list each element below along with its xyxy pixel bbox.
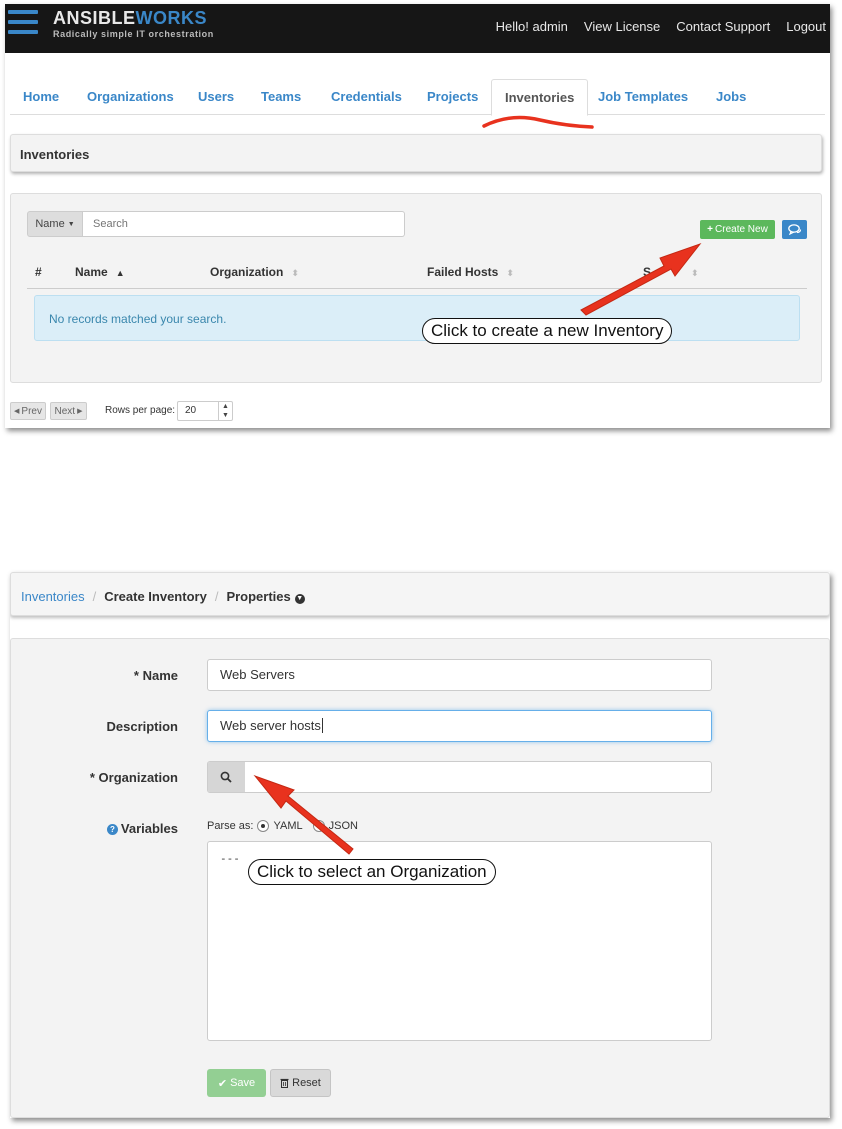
breadcrumb-separator: / <box>92 589 97 604</box>
rows-per-page-label: Rows per page: <box>105 405 176 416</box>
inventories-panel-header: Inventories <box>10 134 822 172</box>
tab-jobs[interactable]: Jobs <box>716 89 746 104</box>
sort-asc-icon: ▲ <box>115 268 125 278</box>
tab-home[interactable]: Home <box>23 89 59 104</box>
json-radio[interactable] <box>312 820 325 832</box>
next-page-label: Next <box>54 405 76 417</box>
empty-state-alert: No records matched your search. <box>34 295 800 341</box>
search-group: Name ▼ <box>27 211 405 237</box>
parse-as-group: Parse as: YAML JSON <box>207 820 358 832</box>
search-input[interactable] <box>83 211 405 237</box>
tab-organizations[interactable]: Organizations <box>87 89 174 104</box>
search-field-label: Name <box>35 218 65 230</box>
json-radio-label: JSON <box>328 820 358 832</box>
trash-icon <box>280 1078 289 1088</box>
name-label: * Name <box>133 668 178 683</box>
column-header-organization-label: Organization <box>210 265 284 279</box>
sort-icon: ⬍ <box>291 268 299 278</box>
rows-per-page-value: 20 <box>185 405 197 416</box>
description-field[interactable]: Web server hosts <box>207 710 712 742</box>
chevron-right-icon: ▶ <box>77 408 83 415</box>
brand-name-part2: WORKS <box>135 8 208 28</box>
callout-create-inventory: Click to create a new Inventory <box>422 318 673 344</box>
create-inventory-screenshot: Inventories / Create Inventory / Propert… <box>10 572 830 1118</box>
brand-name-part1: ANSIBLE <box>53 8 136 28</box>
yaml-radio[interactable] <box>257 820 270 832</box>
column-header-failed-hosts[interactable]: Failed Hosts ⬍ <box>427 265 514 279</box>
menu-icon[interactable] <box>8 10 38 38</box>
greeting-link[interactable]: Hello! admin <box>496 19 568 34</box>
breadcrumb-separator: / <box>214 589 219 604</box>
callout-select-organization: Click to select an Organization <box>248 859 496 885</box>
yaml-radio-label: YAML <box>273 820 303 832</box>
brand-logo[interactable]: ANSIBLEWORKS Radically simple IT orchest… <box>53 8 214 39</box>
save-label: Save <box>230 1077 256 1089</box>
description-value: Web server hosts <box>220 718 321 733</box>
organization-label: * Organization <box>89 770 178 785</box>
text-cursor <box>321 718 323 733</box>
chevron-down-icon: ▼ <box>294 594 305 604</box>
page-title: Inventories <box>20 147 90 162</box>
logout-link[interactable]: Logout <box>786 19 826 34</box>
select-arrows-icon: ▲ ▼ <box>218 402 232 420</box>
search-icon <box>220 771 232 783</box>
column-header-failed-hosts-label: Failed Hosts <box>427 265 499 279</box>
main-tabs: Home Organizations Users Teams Credentia… <box>10 79 825 116</box>
column-header-name-label: Name <box>75 265 108 279</box>
contact-support-link[interactable]: Contact Support <box>676 19 770 34</box>
tab-credentials[interactable]: Credentials <box>331 89 402 104</box>
search-field-dropdown[interactable]: Name ▼ <box>27 211 83 237</box>
reset-button[interactable]: Reset <box>270 1069 331 1097</box>
tab-users[interactable]: Users <box>198 89 234 104</box>
tab-teams[interactable]: Teams <box>261 89 301 104</box>
breadcrumb: Inventories / Create Inventory / Propert… <box>21 589 305 604</box>
prev-page-label: Prev <box>21 405 42 417</box>
table-header-divider <box>27 288 807 289</box>
prev-page-button[interactable]: ◀ Prev <box>10 402 46 420</box>
inventories-list-screenshot: ANSIBLEWORKS Radically simple IT orchest… <box>5 4 830 428</box>
column-header-index: # <box>35 265 42 279</box>
check-icon: ✔ <box>217 1077 228 1090</box>
breadcrumb-create-inventory: Create Inventory <box>104 589 207 604</box>
breadcrumb-bar: Inventories / Create Inventory / Propert… <box>10 572 830 616</box>
breadcrumb-properties[interactable]: Properties ▼ <box>226 589 305 604</box>
create-new-button[interactable]: + Create New <box>700 220 775 239</box>
column-header-status[interactable]: S ⬍ <box>643 265 699 279</box>
sort-icon: ⬍ <box>691 268 699 278</box>
save-button[interactable]: ✔ Save <box>207 1069 266 1097</box>
inventories-list-panel: Name ▼ + Create New # Name ▲ Organization… <box>10 193 822 383</box>
variables-label: Variables <box>120 821 178 836</box>
description-label: Description <box>106 719 178 734</box>
variables-label-group: ? Variables <box>106 821 178 836</box>
name-field[interactable]: Web Servers <box>207 659 712 691</box>
breadcrumb-inventories[interactable]: Inventories <box>21 589 85 604</box>
tab-projects[interactable]: Projects <box>427 89 478 104</box>
comments-icon <box>787 224 801 235</box>
help-icon[interactable]: ? <box>106 824 118 835</box>
breadcrumb-properties-label: Properties <box>226 589 291 604</box>
rows-per-page-select[interactable]: 20 ▲ ▼ <box>177 401 233 421</box>
top-nav-links: Hello! admin View License Contact Suppor… <box>496 19 826 34</box>
tab-job-templates[interactable]: Job Templates <box>598 89 688 104</box>
chevron-left-icon: ◀ <box>14 408 20 415</box>
column-header-organization[interactable]: Organization ⬍ <box>210 265 299 279</box>
caret-down-icon: ▼ <box>67 220 75 228</box>
brand-tagline: Radically simple IT orchestration <box>53 29 214 39</box>
activity-stream-button[interactable] <box>782 220 807 239</box>
column-header-name[interactable]: Name ▲ <box>75 265 125 279</box>
reset-label: Reset <box>292 1077 321 1089</box>
tab-inventories[interactable]: Inventories <box>491 79 589 116</box>
plus-icon: + <box>707 224 714 235</box>
empty-state-message: No records matched your search. <box>49 312 227 326</box>
top-navbar: ANSIBLEWORKS Radically simple IT orchest… <box>5 4 830 53</box>
next-page-button[interactable]: Next ▶ <box>50 402 87 420</box>
parse-as-label: Parse as: <box>207 820 254 832</box>
organization-lookup-button[interactable] <box>208 762 245 792</box>
create-new-label: Create New <box>715 224 768 235</box>
column-header-status-label: S <box>643 265 652 279</box>
view-license-link[interactable]: View License <box>584 19 660 34</box>
sort-icon: ⬍ <box>506 268 514 278</box>
organization-lookup[interactable] <box>207 761 712 793</box>
